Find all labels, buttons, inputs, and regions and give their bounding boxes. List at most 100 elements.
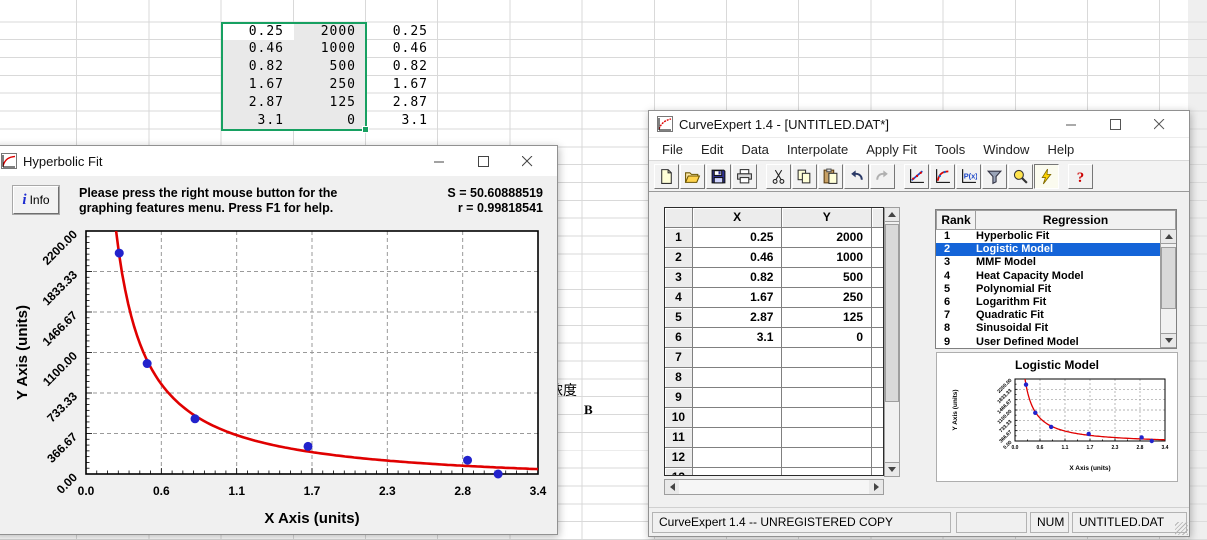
row-number[interactable]: 7	[665, 348, 693, 368]
curvefinder-button[interactable]	[1034, 164, 1059, 189]
scrollbar-thumb[interactable]	[885, 224, 899, 402]
rank-item[interactable]: 3MMF Model	[936, 256, 1162, 269]
cell-y[interactable]: 500	[782, 268, 872, 288]
rank-item[interactable]: 5Polynomial Fit	[936, 283, 1162, 296]
cell-x[interactable]	[693, 368, 783, 388]
paste-button[interactable]	[818, 164, 843, 189]
cell-x[interactable]: 3.1	[693, 328, 783, 348]
row-number[interactable]: 2	[665, 248, 693, 268]
linear-fit-button[interactable]	[904, 164, 929, 189]
maximize-button[interactable]	[461, 156, 505, 167]
polynomial-fit-button[interactable]: P(x)	[956, 164, 981, 189]
cell-y[interactable]: 2000	[782, 228, 872, 248]
copy-button[interactable]	[792, 164, 817, 189]
menu-tools[interactable]: Tools	[926, 142, 974, 157]
scroll-up-button[interactable]	[885, 208, 899, 222]
rank-item[interactable]: 1Hyperbolic Fit	[936, 230, 1162, 243]
cell-y[interactable]: 125	[782, 308, 872, 328]
row-number[interactable]: 9	[665, 388, 693, 408]
cell-x[interactable]: 2.87	[693, 308, 783, 328]
cell-x[interactable]: 0.82	[693, 268, 783, 288]
undo-button[interactable]	[844, 164, 869, 189]
rank-scrollbar[interactable]	[1160, 230, 1176, 348]
interpolate-button[interactable]	[982, 164, 1007, 189]
cell-y[interactable]	[782, 408, 872, 428]
cell-y[interactable]: 0	[782, 328, 872, 348]
cell-y[interactable]	[782, 368, 872, 388]
rank-number: 2	[936, 243, 976, 256]
cell-x[interactable]	[693, 468, 783, 476]
column-header-y[interactable]: Y	[782, 208, 872, 228]
menu-file[interactable]: File	[653, 142, 692, 157]
close-button[interactable]	[1137, 119, 1181, 130]
cell-x[interactable]	[693, 428, 783, 448]
cell-y[interactable]: 250	[782, 288, 872, 308]
rank-item[interactable]: 6Logarithm Fit	[936, 296, 1162, 309]
cell-x[interactable]	[693, 388, 783, 408]
scrollbar-thumb[interactable]	[1161, 247, 1176, 309]
row-number[interactable]: 3	[665, 268, 693, 288]
menu-interpolate[interactable]: Interpolate	[778, 142, 857, 157]
help-button[interactable]: ?	[1068, 164, 1093, 189]
rank-item[interactable]: 9User Defined Model	[936, 336, 1162, 349]
table-horizontal-scrollbar[interactable]	[664, 479, 884, 495]
column-header-x[interactable]: X	[693, 208, 783, 228]
fit-plot[interactable]: 2200.001833.331466.671100.00733.33366.67…	[3, 218, 551, 530]
cell-x[interactable]: 0.46	[693, 248, 783, 268]
row-number[interactable]: 5	[665, 308, 693, 328]
row-number[interactable]: 6	[665, 328, 693, 348]
menu-window[interactable]: Window	[974, 142, 1038, 157]
scroll-down-button[interactable]	[1161, 333, 1176, 347]
row-number[interactable]: 12	[665, 448, 693, 468]
rank-item[interactable]: 7Quadratic Fit	[936, 309, 1162, 322]
cell-y[interactable]	[782, 468, 872, 476]
cell-x[interactable]: 0.25	[693, 228, 783, 248]
magnifier-icon	[1012, 168, 1029, 185]
minimize-button[interactable]	[1049, 119, 1093, 130]
cell-y[interactable]	[782, 428, 872, 448]
row-number[interactable]: 8	[665, 368, 693, 388]
cell-x[interactable]: 1.67	[693, 288, 783, 308]
maximize-button[interactable]	[1093, 119, 1137, 130]
cell-x[interactable]	[693, 448, 783, 468]
open-button[interactable]	[680, 164, 705, 189]
row-number[interactable]: 10	[665, 408, 693, 428]
scroll-right-button[interactable]	[869, 480, 883, 494]
row-number[interactable]: 11	[665, 428, 693, 448]
close-button[interactable]	[505, 156, 549, 167]
rank-item[interactable]: 4Heat Capacity Model	[936, 270, 1162, 283]
table-vertical-scrollbar[interactable]	[884, 207, 900, 477]
cell-y[interactable]	[782, 388, 872, 408]
menu-apply-fit[interactable]: Apply Fit	[857, 142, 926, 157]
resize-grip[interactable]	[1175, 522, 1188, 535]
info-button[interactable]: i Info	[13, 186, 59, 214]
menu-help[interactable]: Help	[1038, 142, 1083, 157]
rank-item[interactable]: 8Sinusoidal Fit	[936, 322, 1162, 335]
cell-sliver	[872, 428, 883, 448]
cell-x[interactable]	[693, 408, 783, 428]
menu-edit[interactable]: Edit	[692, 142, 732, 157]
cell-x[interactable]	[693, 348, 783, 368]
cell-y[interactable]	[782, 348, 872, 368]
scroll-up-button[interactable]	[1161, 230, 1176, 244]
zoom-button[interactable]	[1008, 164, 1033, 189]
minimize-button[interactable]	[417, 156, 461, 167]
svg-text:1833.33: 1833.33	[40, 268, 81, 309]
nonlinear-fit-button[interactable]	[930, 164, 955, 189]
print-button[interactable]	[732, 164, 757, 189]
scroll-left-button[interactable]	[665, 480, 679, 494]
cut-button[interactable]	[766, 164, 791, 189]
curveexpert-titlebar[interactable]: CurveExpert 1.4 - [UNTITLED.DAT*]	[649, 111, 1189, 138]
row-number[interactable]: 1	[665, 228, 693, 248]
hyperbolic-titlebar[interactable]: Hyperbolic Fit	[0, 146, 557, 176]
scroll-down-button[interactable]	[885, 462, 899, 476]
cell-y[interactable]	[782, 448, 872, 468]
save-button[interactable]	[706, 164, 731, 189]
rank-item[interactable]: 2Logistic Model	[936, 243, 1162, 256]
new-button[interactable]	[654, 164, 679, 189]
redo-button[interactable]	[870, 164, 895, 189]
menu-data[interactable]: Data	[732, 142, 777, 157]
cell-y[interactable]: 1000	[782, 248, 872, 268]
row-number[interactable]: 13	[665, 468, 693, 476]
row-number[interactable]: 4	[665, 288, 693, 308]
